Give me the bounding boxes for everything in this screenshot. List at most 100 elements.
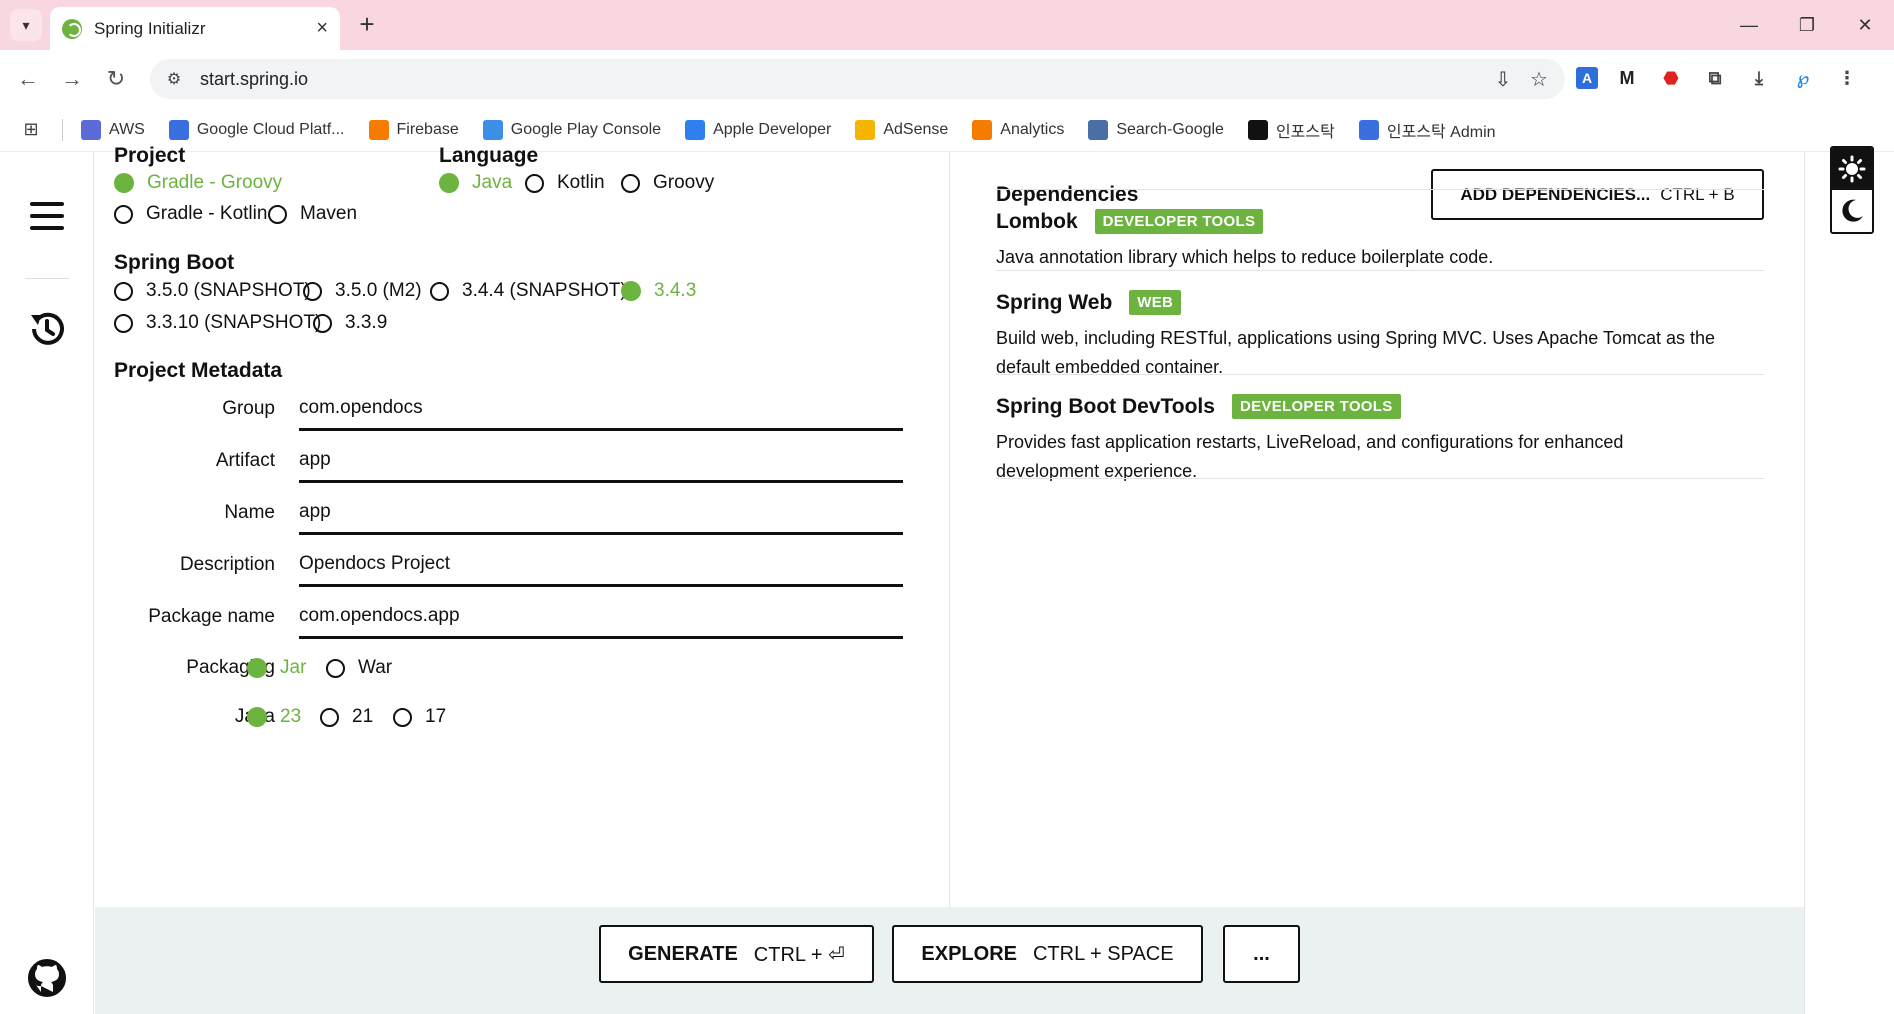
bookmark-item-8[interactable]: 인포스탁 xyxy=(1247,118,1335,142)
close-tab-icon[interactable]: × xyxy=(316,17,328,40)
bookmark-label: AdSense xyxy=(883,120,949,138)
back-button[interactable]: ← xyxy=(12,63,44,95)
bookmark-analytics[interactable]: Analytics xyxy=(972,119,1065,140)
dependency-item-spring-boot-devtools[interactable]: Spring Boot DevTools DEVELOPER TOOLS xyxy=(996,394,1401,419)
bookmark-search-google[interactable]: Search-Google xyxy=(1088,119,1224,140)
minimize-icon[interactable]: — xyxy=(1720,0,1778,50)
theme-switcher[interactable] xyxy=(1830,146,1874,234)
api-icon xyxy=(168,119,189,140)
light-theme-button[interactable] xyxy=(1832,148,1872,190)
name-input[interactable]: app xyxy=(299,491,903,535)
radio-label: War xyxy=(358,657,393,678)
window-controls: — ❐ ✕ xyxy=(1720,0,1894,50)
bookmark-firebase[interactable]: Firebase xyxy=(368,119,459,140)
group-input[interactable]: com.opendocs xyxy=(299,387,903,431)
java-radio-21[interactable]: 21 xyxy=(320,706,373,728)
radio-label: 23 xyxy=(280,706,302,727)
packaging-radio-war[interactable]: War xyxy=(326,657,392,679)
radio-dot xyxy=(247,658,267,678)
dependencies-title: Dependencies xyxy=(996,183,1139,206)
add-dependencies-button[interactable]: ADD DEPENDENCIES... CTRL + B xyxy=(1431,169,1764,220)
radio-dot xyxy=(247,707,267,727)
bookmark-google-cloud-platf[interactable]: Google Cloud Platf... xyxy=(168,119,345,140)
language-radio-groovy[interactable]: Groovy xyxy=(621,172,714,194)
install-app-icon[interactable]: ⇩ xyxy=(1485,63,1521,95)
generate-button[interactable]: GENERATE CTRL + ⏎ xyxy=(599,925,874,983)
boot-radio-3-5-0-m2[interactable]: 3.5.0 (M2) xyxy=(303,280,422,302)
bookmark-aws[interactable]: AWS xyxy=(81,119,145,140)
dependency-name: Spring Web xyxy=(996,290,1113,314)
browser-tab[interactable]: Spring Initializr × xyxy=(50,7,340,50)
hamburger-menu-icon[interactable] xyxy=(30,202,64,230)
project-radio-gradle-kotlin[interactable]: Gradle - Kotlin xyxy=(114,203,267,225)
java-radio-23[interactable]: 23 xyxy=(247,706,301,728)
language-radio-java[interactable]: Java xyxy=(439,172,512,194)
dependency-divider xyxy=(996,374,1764,375)
metadata-section-title: Project Metadata xyxy=(114,359,283,382)
dependency-category-badge: DEVELOPER TOOLS xyxy=(1231,394,1401,419)
description-input[interactable]: Opendocs Project xyxy=(299,543,903,587)
forward-button[interactable]: → xyxy=(56,63,88,95)
site-info-icon[interactable]: ⚙ xyxy=(156,63,192,95)
new-tab-button[interactable]: + xyxy=(352,9,382,39)
radio-dot xyxy=(621,173,640,193)
boot-radio-3-3-10-snapshot[interactable]: 3.3.10 (SNAPSHOT) xyxy=(114,312,321,334)
radio-label: Java xyxy=(472,172,513,193)
boot-radio-3-4-3[interactable]: 3.4.3 xyxy=(621,280,696,302)
translate-extension-icon[interactable]: A xyxy=(1576,67,1598,89)
explore-button[interactable]: EXPLORE CTRL + SPACE xyxy=(892,925,1203,983)
bookmark-label: Analytics xyxy=(1000,120,1065,138)
boot-radio-3-5-0-snapshot[interactable]: 3.5.0 (SNAPSHOT) xyxy=(114,280,311,302)
project-radio-maven[interactable]: Maven xyxy=(268,203,357,225)
boot-radio-3-4-4-snapshot[interactable]: 3.4.4 (SNAPSHOT) xyxy=(430,280,627,302)
history-icon[interactable] xyxy=(26,308,68,350)
language-radio-kotlin[interactable]: Kotlin xyxy=(525,172,605,194)
url-text[interactable]: start.spring.io xyxy=(200,69,1485,90)
aws-icon xyxy=(81,119,101,140)
java-radio-17[interactable]: 17 xyxy=(393,706,446,728)
restore-icon[interactable]: ❐ xyxy=(1778,0,1836,50)
dependency-item-spring-web[interactable]: Spring Web WEB xyxy=(996,290,1182,315)
radio-dot xyxy=(393,707,412,727)
boot-radio-3-3-9[interactable]: 3.3.9 xyxy=(313,312,387,334)
menu-kebab-icon[interactable]: ⋮ xyxy=(1832,63,1862,93)
tab-title: Spring Initializr xyxy=(94,18,206,38)
tab-search-button[interactable]: ▾ xyxy=(10,9,42,41)
downloads-icon[interactable]: ⤓ xyxy=(1744,63,1774,93)
profile-extension-icon[interactable]: ℘ xyxy=(1788,63,1818,93)
dependency-item-lombok[interactable]: Lombok DEVELOPER TOOLS xyxy=(996,209,1264,234)
reload-button[interactable]: ↻ xyxy=(100,63,132,95)
radio-label: 3.5.0 (SNAPSHOT) xyxy=(146,280,311,301)
radio-dot xyxy=(114,281,133,301)
artifact-input[interactable]: app xyxy=(299,439,903,483)
bookmark-google-play-console[interactable]: Google Play Console xyxy=(482,119,661,140)
radio-dot xyxy=(114,173,134,193)
packaging-radio-jar[interactable]: Jar xyxy=(247,657,306,679)
bookmark-label: Search-Google xyxy=(1116,120,1224,138)
browser-tab-bar: ▾ Spring Initializr × + — ❐ ✕ xyxy=(0,0,1894,50)
adblock-extension-icon[interactable]: ⬣ xyxy=(1656,63,1686,93)
close-window-icon[interactable]: ✕ xyxy=(1836,0,1894,50)
bookmark-adsense[interactable]: AdSense xyxy=(855,119,949,140)
address-bar[interactable]: ⚙ start.spring.io ⇩ ☆ xyxy=(150,59,1565,99)
extensions-puzzle-icon[interactable]: ⧉ xyxy=(1700,63,1730,93)
bookmark-admin[interactable]: 인포스탁 Admin xyxy=(1358,118,1496,142)
bookmark-label: Google Cloud Platf... xyxy=(196,120,345,138)
m-extension-icon[interactable]: M xyxy=(1612,63,1642,93)
radio-dot xyxy=(621,281,641,301)
more-actions-button[interactable]: ... xyxy=(1223,925,1300,983)
sidebar xyxy=(0,152,94,1014)
bookmark-star-icon[interactable]: ☆ xyxy=(1521,63,1557,95)
dark-theme-button[interactable] xyxy=(1832,190,1872,232)
sun-icon xyxy=(1838,155,1866,183)
project-radio-gradle-groovy[interactable]: Gradle - Groovy xyxy=(114,172,282,194)
bookmark-apple-developer[interactable]: Apple Developer xyxy=(685,119,831,140)
artifact-label: Artifact xyxy=(215,450,275,471)
apps-grid-icon[interactable]: ⊞ xyxy=(18,117,44,143)
package-name-input[interactable]: com.opendocs.app xyxy=(299,595,903,639)
infostock-icon xyxy=(1247,119,1268,140)
radio-dot xyxy=(114,204,133,224)
radio-label: 3.3.10 (SNAPSHOT) xyxy=(146,312,322,333)
github-icon[interactable] xyxy=(27,958,67,998)
radio-label: 3.5.0 (M2) xyxy=(335,280,422,301)
